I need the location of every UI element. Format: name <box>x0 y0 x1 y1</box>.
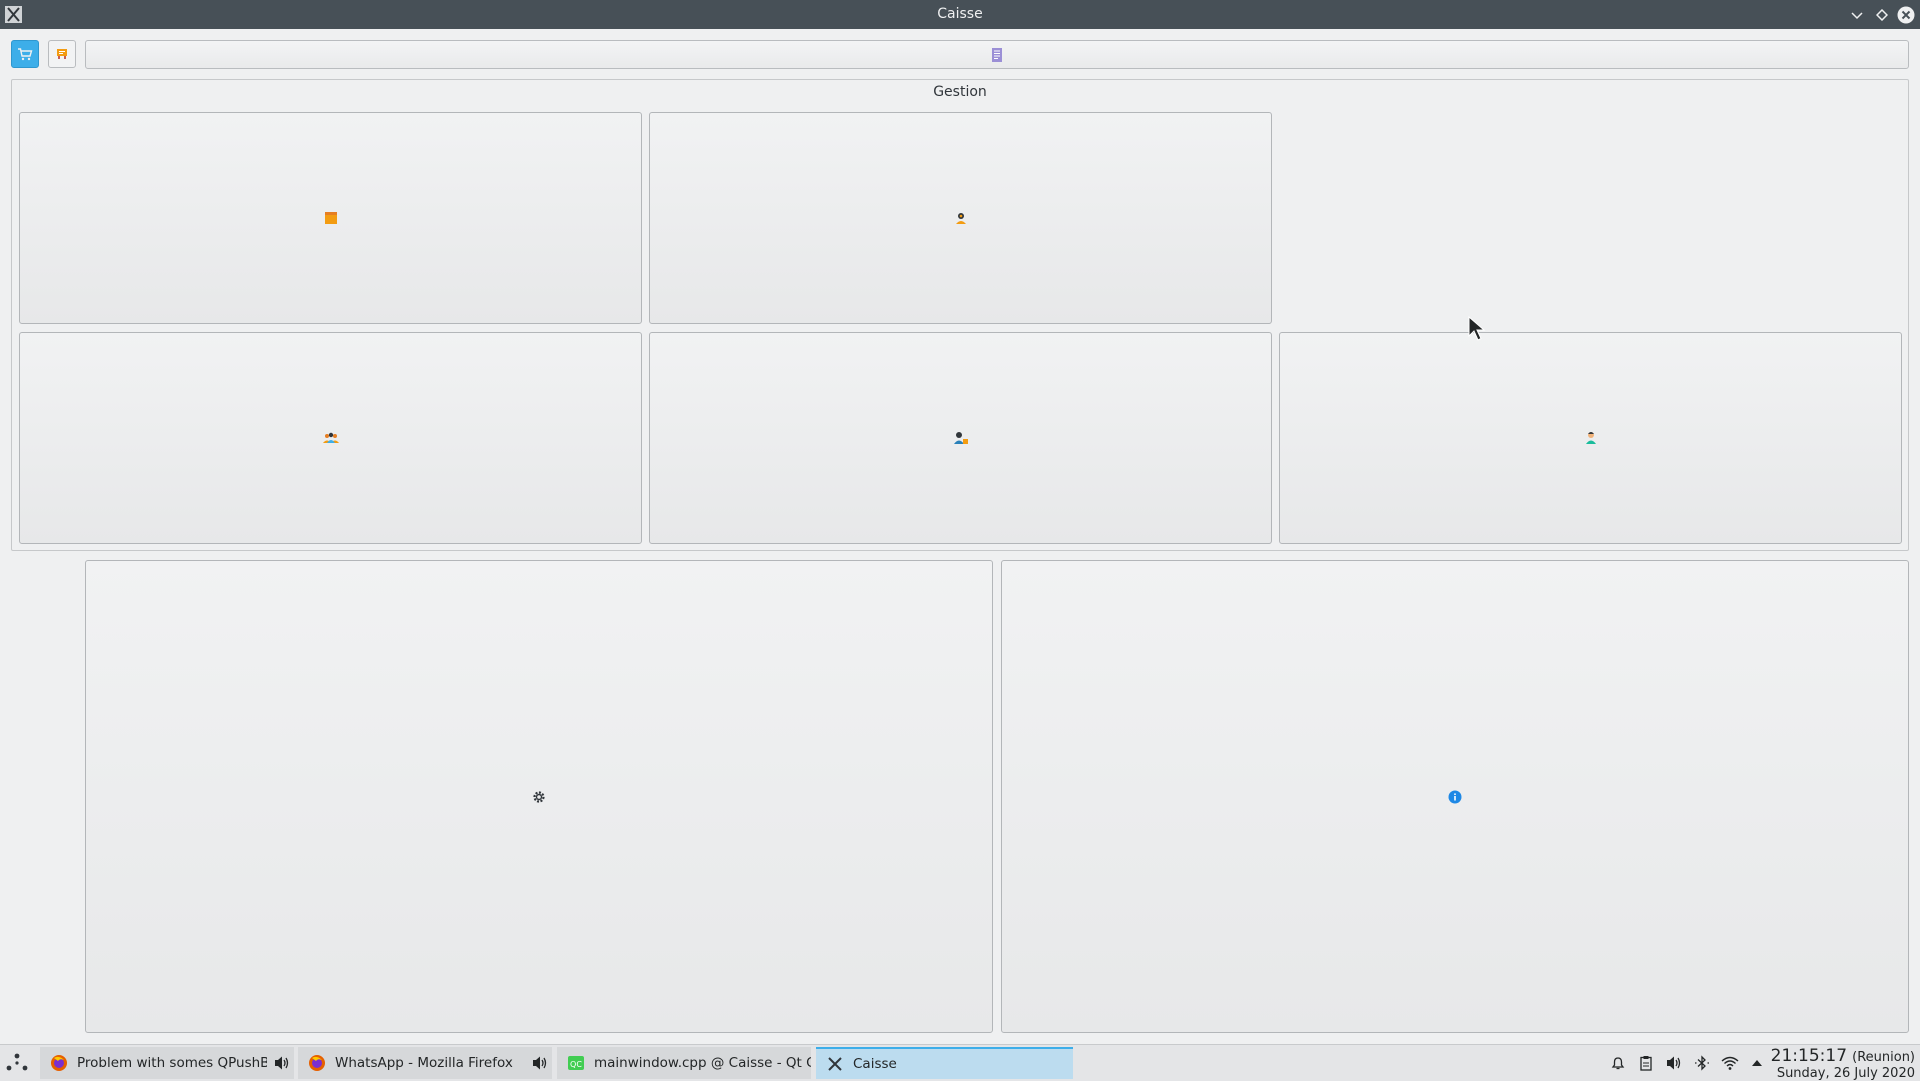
settings-gear-icon <box>533 790 545 803</box>
client-icon <box>1585 432 1596 444</box>
task-item[interactable]: WhatsApp - Mozilla Firefox <box>298 1047 552 1079</box>
speaker-icon[interactable] <box>531 1055 549 1071</box>
task-label: Caisse <box>853 1056 897 1072</box>
document-button[interactable] <box>85 40 1909 69</box>
bell-icon <box>1611 1057 1625 1070</box>
close-button[interactable] <box>1896 5 1915 24</box>
order-button[interactable] <box>48 40 76 68</box>
employee-icon <box>953 432 968 444</box>
supplier-icon <box>955 213 966 224</box>
launcher-icon <box>6 1053 28 1071</box>
x-app-icon <box>828 1057 842 1071</box>
window-title: Caisse <box>937 6 983 22</box>
order-icon <box>57 49 67 59</box>
clock-timezone: (Reunion) <box>1852 1050 1915 1065</box>
task-label: Problem with somes QPushBu... <box>77 1055 267 1071</box>
cart-button[interactable] <box>11 40 39 68</box>
svg-text:QC: QC <box>570 1060 582 1069</box>
window-titlebar: Caisse <box>0 0 1920 29</box>
gestion-title: Gestion <box>933 84 987 100</box>
clipboard-icon <box>1640 1056 1652 1071</box>
info-icon <box>1448 790 1462 803</box>
notifications-tray[interactable] <box>1609 1054 1627 1072</box>
volume-tray[interactable] <box>1665 1054 1683 1072</box>
products-button[interactable] <box>19 112 642 324</box>
bluetooth-icon <box>1695 1055 1709 1071</box>
qtcreator-icon: QC <box>568 1056 584 1070</box>
client-button[interactable] <box>1279 332 1902 544</box>
task-label: WhatsApp - Mozilla Firefox <box>335 1055 513 1071</box>
firefox-icon <box>309 1055 325 1071</box>
wifi-icon <box>1721 1056 1739 1070</box>
digital-clock[interactable]: 21:15:17 (Reunion) Sunday, 26 July 2020 <box>1771 1046 1915 1081</box>
minimize-button[interactable] <box>1847 5 1866 24</box>
settings-button[interactable] <box>85 560 993 1033</box>
speaker-icon <box>1667 1056 1681 1070</box>
chevron-up-icon <box>1752 1060 1762 1066</box>
bluetooth-tray[interactable] <box>1693 1054 1711 1072</box>
users-group-button[interactable] <box>19 332 642 544</box>
users-group-icon <box>322 432 339 443</box>
box-icon <box>324 212 337 224</box>
taskbar: Problem with somes QPushBu... WhatsApp -… <box>0 1044 1920 1081</box>
task-item[interactable]: QC mainwindow.cpp @ Caisse - Qt Cre... <box>557 1047 811 1079</box>
clipboard-tray[interactable] <box>1637 1054 1655 1072</box>
diamond-icon <box>1875 8 1888 21</box>
maximize-button[interactable] <box>1872 5 1891 24</box>
firefox-icon <box>51 1055 67 1071</box>
employee-button[interactable] <box>649 332 1272 544</box>
close-icon <box>1897 6 1914 23</box>
clock-date: Sunday, 26 July 2020 <box>1776 1066 1915 1081</box>
clock-time: 21:15:17 <box>1770 1046 1848 1066</box>
app-launcher-button[interactable] <box>4 1052 30 1074</box>
info-button[interactable] <box>1001 560 1909 1033</box>
document-icon <box>992 47 1002 62</box>
suppliers-button[interactable] <box>649 112 1272 324</box>
task-item-active[interactable]: Caisse <box>816 1047 1073 1079</box>
task-item[interactable]: Problem with somes QPushBu... <box>40 1047 294 1079</box>
mouse-cursor-icon <box>1468 316 1486 341</box>
chevron-down-icon <box>1850 11 1863 19</box>
speaker-icon[interactable] <box>273 1055 291 1071</box>
task-label: mainwindow.cpp @ Caisse - Qt Cre... <box>594 1055 811 1071</box>
wifi-tray[interactable] <box>1721 1054 1739 1072</box>
tray-expand-button[interactable] <box>1748 1054 1766 1072</box>
cart-icon <box>18 48 33 61</box>
